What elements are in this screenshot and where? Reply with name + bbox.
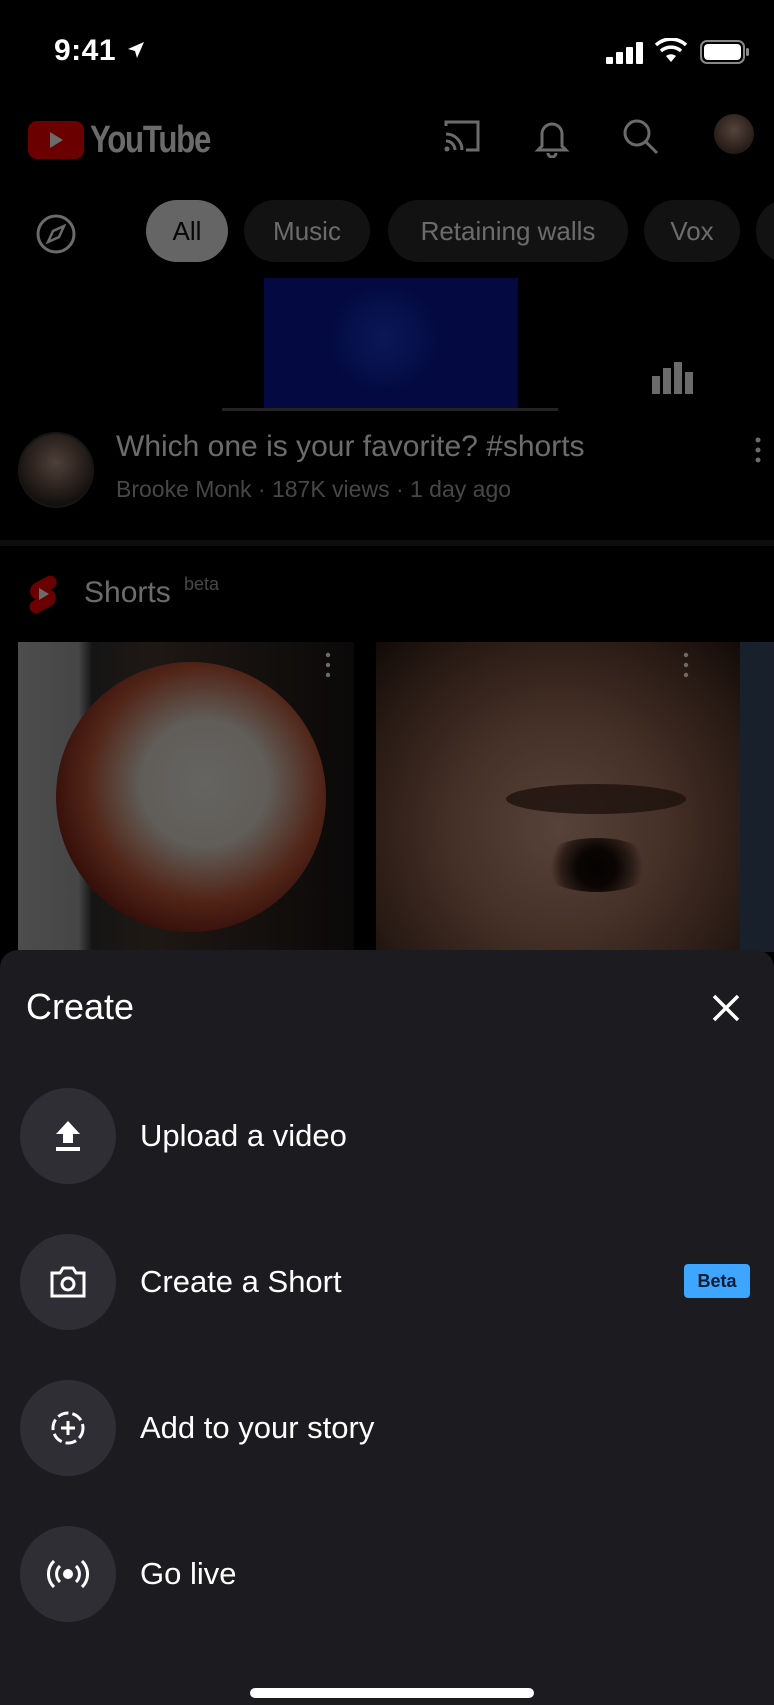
video-meta: Brooke Monk · 187K views · 1 day ago [116, 476, 512, 502]
search-icon[interactable] [618, 114, 662, 158]
chip-all[interactable]: All [146, 200, 228, 262]
short-thumbnail[interactable] [740, 642, 774, 952]
create-bottom-sheet: Create Upload a video Create a Short Bet… [0, 950, 774, 1705]
status-bar: 9:41 [0, 0, 774, 100]
shorts-title: Shorts [84, 576, 171, 609]
chip-music[interactable]: Music [244, 200, 370, 262]
youtube-logo[interactable]: YouTube [28, 118, 236, 161]
logo-text: YouTube [90, 118, 211, 161]
play-icon [28, 121, 84, 159]
short-thumbnail[interactable] [18, 642, 354, 952]
channel-avatar[interactable] [18, 432, 94, 508]
chip-vox[interactable]: Vox [644, 200, 740, 262]
create-short-option[interactable]: Create a Short Beta [0, 1234, 774, 1334]
status-time: 9:41 [54, 34, 117, 67]
filter-chips: All Music Retaining walls Vox [0, 200, 774, 264]
go-live-option[interactable]: Go live [0, 1526, 774, 1626]
add-to-story-option[interactable]: Add to your story [0, 1380, 774, 1480]
location-arrow-icon [128, 42, 144, 58]
beta-badge: Beta [684, 1264, 750, 1298]
section-divider [0, 540, 774, 546]
audio-bars-icon [652, 362, 693, 394]
video-title[interactable]: Which one is your favorite? #shorts [116, 430, 585, 464]
chip-retaining-walls[interactable]: Retaining walls [388, 200, 628, 262]
option-label: Go live [140, 1556, 237, 1591]
close-icon[interactable] [704, 986, 748, 1030]
shorts-beta-label: beta [184, 574, 220, 594]
video-thumbnail[interactable] [264, 278, 518, 410]
video-progress-line [222, 408, 558, 411]
option-label: Create a Short [140, 1264, 342, 1299]
option-label: Upload a video [140, 1118, 347, 1153]
sheet-title: Create [26, 986, 135, 1027]
more-vert-icon[interactable] [682, 652, 690, 678]
cast-icon[interactable] [440, 114, 484, 158]
home-indicator[interactable] [250, 1688, 534, 1698]
camera-icon [20, 1234, 116, 1330]
more-vert-icon[interactable] [324, 652, 332, 678]
notifications-bell-icon[interactable] [530, 114, 574, 158]
story-add-icon [20, 1380, 116, 1476]
chip-overflow[interactable] [756, 200, 774, 262]
wifi-icon [654, 38, 688, 62]
cellular-signal-icon [606, 42, 643, 64]
app-header: YouTube [0, 100, 774, 180]
battery-icon [700, 40, 749, 64]
live-broadcast-icon [20, 1526, 116, 1622]
more-vert-icon[interactable] [752, 436, 764, 464]
option-label: Add to your story [140, 1410, 375, 1445]
short-thumbnail[interactable] [376, 642, 742, 952]
explore-compass-icon[interactable] [34, 212, 78, 256]
upload-icon [20, 1088, 116, 1184]
shorts-logo-icon [29, 575, 57, 614]
account-avatar[interactable] [714, 114, 754, 154]
upload-video-option[interactable]: Upload a video [0, 1088, 774, 1188]
